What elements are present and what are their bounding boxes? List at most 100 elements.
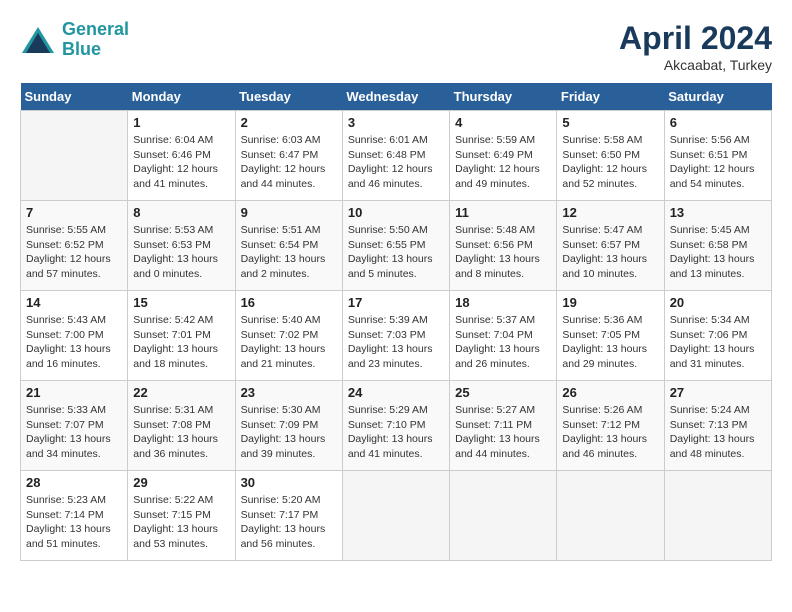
calendar-cell: 2 Sunrise: 6:03 AM Sunset: 6:47 PM Daylig… — [235, 111, 342, 201]
weekday-header-cell: Wednesday — [342, 83, 449, 111]
calendar-cell: 14 Sunrise: 5:43 AM Sunset: 7:00 PM Dayli… — [21, 291, 128, 381]
day-info: Sunrise: 5:50 AM Sunset: 6:55 PM Dayligh… — [348, 223, 444, 282]
day-number: 28 — [26, 475, 122, 490]
day-number: 16 — [241, 295, 337, 310]
day-number: 12 — [562, 205, 658, 220]
title-block: April 2024 Akcaabat, Turkey — [619, 20, 772, 73]
day-info: Sunrise: 5:22 AM Sunset: 7:15 PM Dayligh… — [133, 493, 229, 552]
day-info: Sunrise: 5:45 AM Sunset: 6:58 PM Dayligh… — [670, 223, 766, 282]
day-number: 3 — [348, 115, 444, 130]
day-number: 10 — [348, 205, 444, 220]
day-info: Sunrise: 5:23 AM Sunset: 7:14 PM Dayligh… — [26, 493, 122, 552]
day-info: Sunrise: 5:36 AM Sunset: 7:05 PM Dayligh… — [562, 313, 658, 372]
calendar-cell: 27 Sunrise: 5:24 AM Sunset: 7:13 PM Dayli… — [664, 381, 771, 471]
weekday-header-cell: Friday — [557, 83, 664, 111]
weekday-header-cell: Sunday — [21, 83, 128, 111]
day-number: 29 — [133, 475, 229, 490]
calendar-cell — [664, 471, 771, 561]
day-number: 15 — [133, 295, 229, 310]
calendar-cell: 8 Sunrise: 5:53 AM Sunset: 6:53 PM Daylig… — [128, 201, 235, 291]
day-number: 13 — [670, 205, 766, 220]
calendar-cell: 21 Sunrise: 5:33 AM Sunset: 7:07 PM Dayli… — [21, 381, 128, 471]
day-info: Sunrise: 5:29 AM Sunset: 7:10 PM Dayligh… — [348, 403, 444, 462]
calendar-cell — [21, 111, 128, 201]
day-number: 30 — [241, 475, 337, 490]
day-info: Sunrise: 5:42 AM Sunset: 7:01 PM Dayligh… — [133, 313, 229, 372]
day-number: 2 — [241, 115, 337, 130]
day-info: Sunrise: 6:03 AM Sunset: 6:47 PM Dayligh… — [241, 133, 337, 192]
day-number: 4 — [455, 115, 551, 130]
day-info: Sunrise: 5:40 AM Sunset: 7:02 PM Dayligh… — [241, 313, 337, 372]
day-number: 1 — [133, 115, 229, 130]
calendar-cell: 24 Sunrise: 5:29 AM Sunset: 7:10 PM Dayli… — [342, 381, 449, 471]
day-number: 23 — [241, 385, 337, 400]
day-info: Sunrise: 5:37 AM Sunset: 7:04 PM Dayligh… — [455, 313, 551, 372]
day-info: Sunrise: 5:56 AM Sunset: 6:51 PM Dayligh… — [670, 133, 766, 192]
calendar-week-row: 7 Sunrise: 5:55 AM Sunset: 6:52 PM Daylig… — [21, 201, 772, 291]
day-info: Sunrise: 5:47 AM Sunset: 6:57 PM Dayligh… — [562, 223, 658, 282]
calendar-week-row: 14 Sunrise: 5:43 AM Sunset: 7:00 PM Dayli… — [21, 291, 772, 381]
calendar-cell: 22 Sunrise: 5:31 AM Sunset: 7:08 PM Dayli… — [128, 381, 235, 471]
day-number: 25 — [455, 385, 551, 400]
day-number: 22 — [133, 385, 229, 400]
calendar-cell: 25 Sunrise: 5:27 AM Sunset: 7:11 PM Dayli… — [450, 381, 557, 471]
calendar-week-row: 21 Sunrise: 5:33 AM Sunset: 7:07 PM Dayli… — [21, 381, 772, 471]
day-info: Sunrise: 6:01 AM Sunset: 6:48 PM Dayligh… — [348, 133, 444, 192]
day-number: 18 — [455, 295, 551, 310]
day-info: Sunrise: 5:48 AM Sunset: 6:56 PM Dayligh… — [455, 223, 551, 282]
calendar-cell: 20Sunrise: 5:34 AM Sunset: 7:06 PM Dayli… — [664, 291, 771, 381]
day-info: Sunrise: 5:24 AM Sunset: 7:13 PM Dayligh… — [670, 403, 766, 462]
weekday-header-cell: Thursday — [450, 83, 557, 111]
day-number: 21 — [26, 385, 122, 400]
day-info: Sunrise: 5:33 AM Sunset: 7:07 PM Dayligh… — [26, 403, 122, 462]
day-number: 24 — [348, 385, 444, 400]
day-info: Sunrise: 5:31 AM Sunset: 7:08 PM Dayligh… — [133, 403, 229, 462]
calendar-cell: 28 Sunrise: 5:23 AM Sunset: 7:14 PM Dayli… — [21, 471, 128, 561]
calendar-cell: 18 Sunrise: 5:37 AM Sunset: 7:04 PM Dayli… — [450, 291, 557, 381]
calendar-week-row: 1 Sunrise: 6:04 AM Sunset: 6:46 PM Daylig… — [21, 111, 772, 201]
weekday-header-cell: Monday — [128, 83, 235, 111]
calendar-cell: 26 Sunrise: 5:26 AM Sunset: 7:12 PM Dayli… — [557, 381, 664, 471]
day-info: Sunrise: 5:53 AM Sunset: 6:53 PM Dayligh… — [133, 223, 229, 282]
day-number: 8 — [133, 205, 229, 220]
day-number: 7 — [26, 205, 122, 220]
calendar-cell — [557, 471, 664, 561]
day-info: Sunrise: 6:04 AM Sunset: 6:46 PM Dayligh… — [133, 133, 229, 192]
calendar-cell: 4 Sunrise: 5:59 AM Sunset: 6:49 PM Daylig… — [450, 111, 557, 201]
calendar-cell: 29 Sunrise: 5:22 AM Sunset: 7:15 PM Dayli… — [128, 471, 235, 561]
day-number: 26 — [562, 385, 658, 400]
day-info: Sunrise: 5:26 AM Sunset: 7:12 PM Dayligh… — [562, 403, 658, 462]
day-info: Sunrise: 5:55 AM Sunset: 6:52 PM Dayligh… — [26, 223, 122, 282]
day-info: Sunrise: 5:27 AM Sunset: 7:11 PM Dayligh… — [455, 403, 551, 462]
logo-line2: Blue — [62, 39, 101, 59]
calendar-cell: 9Sunrise: 5:51 AM Sunset: 6:54 PM Daylig… — [235, 201, 342, 291]
calendar-cell: 30 Sunrise: 5:20 AM Sunset: 7:17 PM Dayli… — [235, 471, 342, 561]
day-number: 20 — [670, 295, 766, 310]
logo-icon — [20, 25, 56, 55]
calendar-cell: 13 Sunrise: 5:45 AM Sunset: 6:58 PM Dayli… — [664, 201, 771, 291]
day-number: 17 — [348, 295, 444, 310]
day-number: 9 — [241, 205, 337, 220]
calendar-cell: 1 Sunrise: 6:04 AM Sunset: 6:46 PM Daylig… — [128, 111, 235, 201]
day-number: 27 — [670, 385, 766, 400]
calendar-table: SundayMondayTuesdayWednesdayThursdayFrid… — [20, 83, 772, 561]
weekday-header-row: SundayMondayTuesdayWednesdayThursdayFrid… — [21, 83, 772, 111]
logo-text: General Blue — [62, 20, 129, 60]
calendar-cell — [450, 471, 557, 561]
calendar-cell: 12 Sunrise: 5:47 AM Sunset: 6:57 PM Dayli… — [557, 201, 664, 291]
calendar-cell: 7 Sunrise: 5:55 AM Sunset: 6:52 PM Daylig… — [21, 201, 128, 291]
day-info: Sunrise: 5:43 AM Sunset: 7:00 PM Dayligh… — [26, 313, 122, 372]
month-year: April 2024 — [619, 20, 772, 57]
day-number: 14 — [26, 295, 122, 310]
page-header: General Blue April 2024 Akcaabat, Turkey — [20, 20, 772, 73]
logo-line1: General — [62, 19, 129, 39]
calendar-cell: 6Sunrise: 5:56 AM Sunset: 6:51 PM Daylig… — [664, 111, 771, 201]
day-info: Sunrise: 5:59 AM Sunset: 6:49 PM Dayligh… — [455, 133, 551, 192]
calendar-cell: 10 Sunrise: 5:50 AM Sunset: 6:55 PM Dayli… — [342, 201, 449, 291]
calendar-cell: 3 Sunrise: 6:01 AM Sunset: 6:48 PM Daylig… — [342, 111, 449, 201]
calendar-cell: 19Sunrise: 5:36 AM Sunset: 7:05 PM Dayli… — [557, 291, 664, 381]
day-info: Sunrise: 5:20 AM Sunset: 7:17 PM Dayligh… — [241, 493, 337, 552]
weekday-header-cell: Tuesday — [235, 83, 342, 111]
calendar-cell: 23Sunrise: 5:30 AM Sunset: 7:09 PM Dayli… — [235, 381, 342, 471]
location: Akcaabat, Turkey — [619, 57, 772, 73]
